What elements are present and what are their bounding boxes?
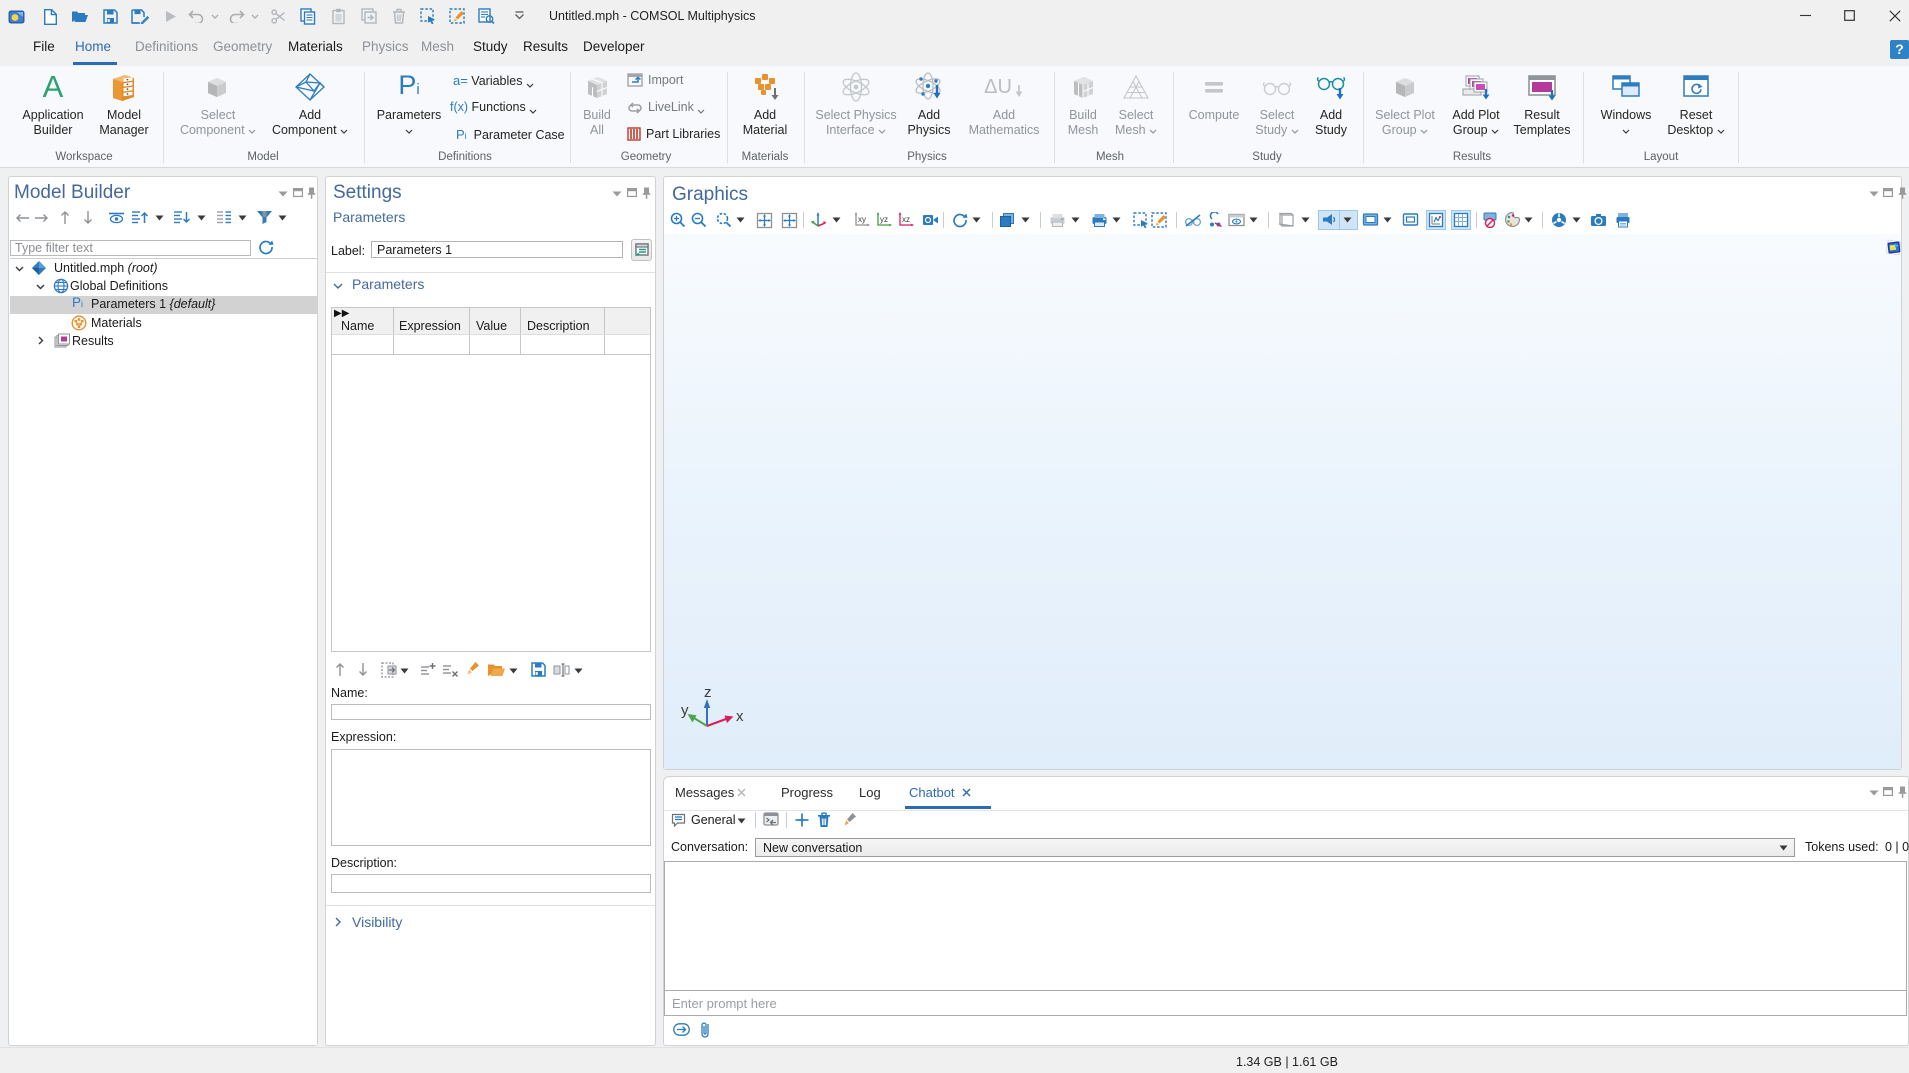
svg-text:x: x xyxy=(736,708,744,725)
svg-text:xz: xz xyxy=(902,215,910,224)
svg-text:z: z xyxy=(704,685,712,701)
svg-text:yz: yz xyxy=(880,215,888,224)
svg-text:y: y xyxy=(681,702,689,719)
svg-text:xy: xy xyxy=(858,215,866,224)
